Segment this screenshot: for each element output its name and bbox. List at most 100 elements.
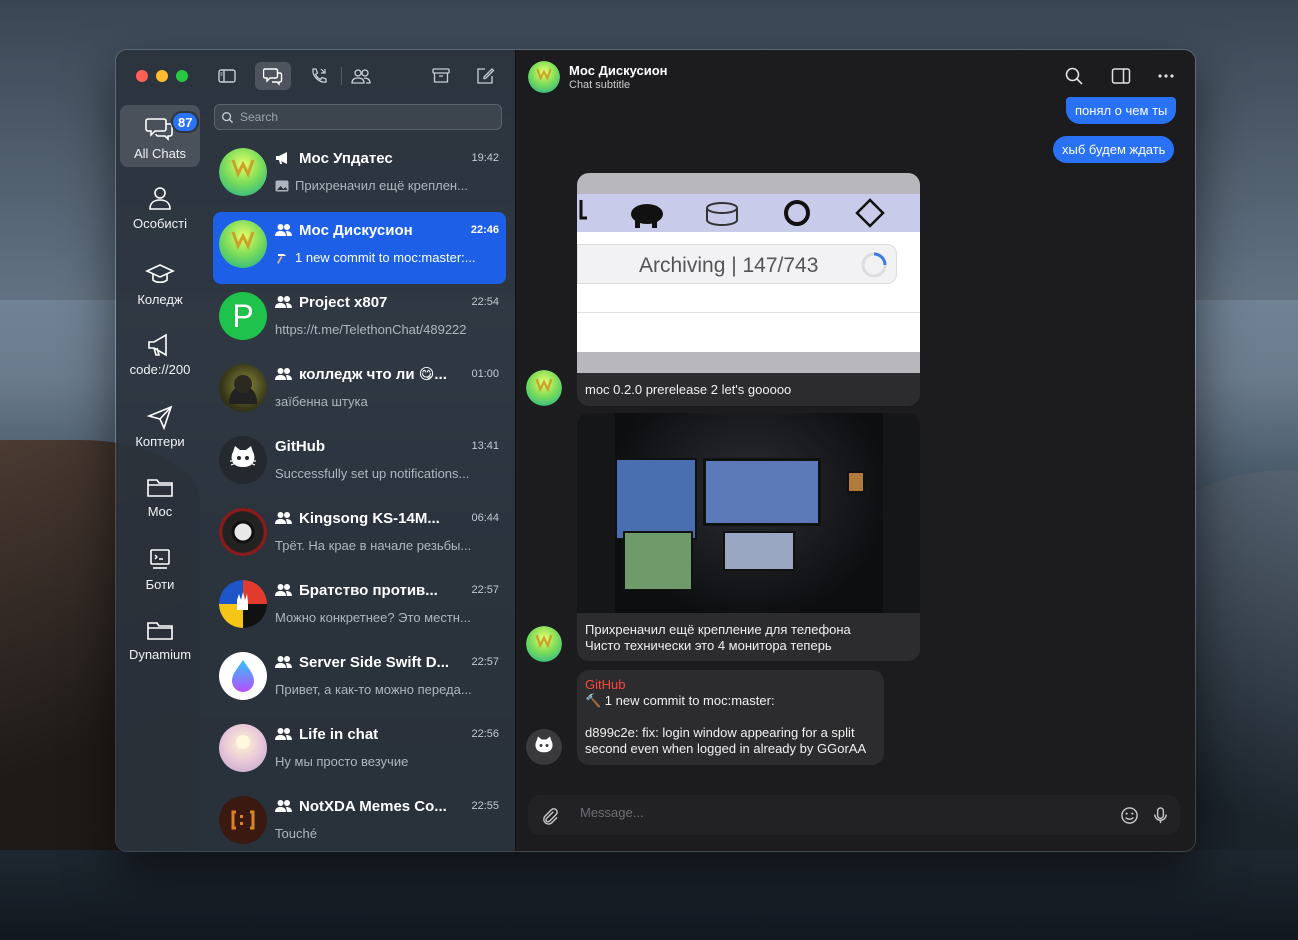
incoming-message[interactable]: GitHub 🔨 1 new commit to moc:master: d89… bbox=[577, 670, 884, 765]
header-avatar[interactable] bbox=[528, 61, 560, 93]
megaphone-icon bbox=[276, 152, 287, 164]
message-input[interactable] bbox=[580, 805, 1060, 820]
photo-icon bbox=[275, 180, 289, 191]
folder-copters[interactable]: Коптери bbox=[120, 393, 200, 455]
folder-bots[interactable]: Боти bbox=[120, 536, 200, 598]
calls-tab[interactable] bbox=[305, 62, 333, 90]
zoom-button[interactable] bbox=[176, 70, 188, 82]
chat-row-notxda-memes[interactable]: NotXDA Memes Co... 22:55 Touché bbox=[213, 788, 506, 851]
avatar bbox=[219, 580, 267, 628]
sender-avatar[interactable] bbox=[526, 729, 562, 765]
chat-row-moc-discussion[interactable]: Moc Дискусион 22:46 1 new commit to moc:… bbox=[213, 212, 506, 284]
chat-row-life-in-chat[interactable]: Life in chat 22:56 Ну мы просто везучие bbox=[213, 716, 506, 788]
outgoing-message[interactable]: понял о чем ты bbox=[1066, 97, 1177, 124]
chat-name: Life in chat bbox=[299, 725, 379, 743]
message-image[interactable]: Archiving | 147/743 bbox=[577, 173, 920, 373]
outgoing-message[interactable]: хыб будем ждать bbox=[1053, 136, 1175, 163]
sidebar-toggle-button[interactable] bbox=[213, 62, 241, 90]
chat-preview: 1 new commit to moc:master:... bbox=[295, 250, 476, 265]
moc-logo-icon bbox=[528, 61, 560, 93]
chat-row-kingsong[interactable]: Kingsong KS-14M... 06:44 Трёт. На крае в… bbox=[213, 500, 506, 572]
chat-name: Moc Дискусион bbox=[299, 221, 413, 239]
chat-name: колледж что ли 😋... bbox=[299, 366, 447, 383]
avatar bbox=[219, 364, 267, 412]
folder-icon bbox=[147, 479, 173, 497]
sender-avatar[interactable] bbox=[526, 626, 562, 662]
incoming-message[interactable]: Archiving | 147/743 moc 0.2.0 prerelease… bbox=[577, 173, 920, 406]
close-button[interactable] bbox=[136, 70, 148, 82]
incoming-message[interactable]: Прихреначил ещё крепление для телефона Ч… bbox=[577, 413, 920, 661]
conversation-header[interactable]: Moc Дискусион Chat subtitle bbox=[516, 50, 1195, 104]
megaphone-icon bbox=[148, 333, 167, 357]
avatar bbox=[219, 724, 267, 772]
group-icon bbox=[275, 512, 292, 524]
search-input[interactable] bbox=[240, 110, 480, 124]
screenshot-body: Archiving | 147/743 bbox=[577, 232, 920, 352]
chat-row-project-x807[interactable]: P Project x807 22:54 https://t.me/Teleth… bbox=[213, 284, 506, 356]
folder-label: code://200 bbox=[129, 362, 191, 377]
avatar-letter: P bbox=[232, 297, 254, 334]
compose-icon bbox=[477, 68, 495, 84]
chat-preview: Touché bbox=[275, 826, 317, 841]
contacts-tab[interactable] bbox=[347, 62, 375, 90]
left-pane: All Chats 87 Особисті Коледж code://200 … bbox=[116, 50, 516, 851]
folder-sidebar: All Chats 87 Особисті Коледж code://200 … bbox=[116, 50, 208, 851]
smiley-icon bbox=[1120, 806, 1138, 824]
folder-icon bbox=[147, 622, 173, 640]
chat-time: 19:42 bbox=[471, 152, 499, 164]
chat-time: 22:55 bbox=[471, 800, 499, 812]
chat-preview: https://t.me/TelethonChat/489222 bbox=[275, 322, 467, 337]
microphone-icon bbox=[1153, 806, 1167, 823]
photo-laptop bbox=[723, 531, 795, 571]
folder-personal[interactable]: Особисті bbox=[120, 175, 200, 237]
chats-icon bbox=[263, 68, 283, 86]
folder-dynamium[interactable]: Dynamium bbox=[120, 606, 200, 668]
chat-name: Project x807 bbox=[299, 293, 388, 311]
screenshot-toolbar bbox=[577, 194, 920, 232]
avatar: P bbox=[219, 292, 267, 340]
divider bbox=[577, 312, 920, 313]
chat-row-college[interactable]: колледж что ли 😋... 01:00 заїбенна штука bbox=[213, 356, 506, 428]
search-button[interactable] bbox=[1063, 65, 1085, 87]
chat-row-brotherhood[interactable]: Братство против... 22:57 Можно конкретне… bbox=[213, 572, 506, 644]
folder-label: Коледж bbox=[137, 292, 183, 307]
folder-moc[interactable]: Moc bbox=[120, 463, 200, 525]
ellipsis-icon bbox=[1158, 74, 1174, 78]
emoji-button[interactable] bbox=[1118, 804, 1140, 826]
sender-avatar[interactable] bbox=[526, 370, 562, 406]
archive-icon bbox=[432, 68, 450, 83]
message-photo[interactable] bbox=[577, 413, 920, 613]
message-composer bbox=[528, 795, 1180, 835]
chat-name: GitHub bbox=[275, 437, 325, 455]
folder-code200[interactable]: code://200 bbox=[120, 321, 200, 383]
github-logo-icon bbox=[230, 446, 256, 467]
archive-button[interactable] bbox=[427, 62, 455, 90]
avatar bbox=[219, 220, 267, 268]
sidebar-right-icon bbox=[1111, 68, 1131, 84]
photo-monitor bbox=[623, 531, 693, 591]
voice-button[interactable] bbox=[1149, 804, 1171, 826]
photo-monitor bbox=[703, 458, 821, 526]
group-icon bbox=[275, 224, 292, 236]
chat-row-moc-updates[interactable]: Moc Упдатес 19:42 Прихреначил ещё крепле… bbox=[213, 140, 506, 212]
folder-college[interactable]: Коледж bbox=[120, 251, 200, 313]
sender-name[interactable]: GitHub bbox=[585, 677, 876, 693]
chat-name: Kingsong KS-14M... bbox=[299, 509, 440, 527]
message-line: Прихреначил ещё крепление для телефона bbox=[585, 622, 851, 637]
search-bar[interactable] bbox=[214, 104, 502, 130]
message-text: Прихреначил ещё крепление для телефона Ч… bbox=[577, 615, 859, 661]
compose-button[interactable] bbox=[471, 62, 499, 90]
paperclip-icon bbox=[542, 807, 558, 825]
chat-row-server-side-swift[interactable]: Server Side Swift D... 22:57 Привет, а к… bbox=[213, 644, 506, 716]
chat-preview: Можно конкретнее? Это местн... bbox=[275, 610, 471, 625]
chats-tab[interactable] bbox=[255, 62, 291, 90]
more-button[interactable] bbox=[1155, 65, 1177, 87]
minimize-button[interactable] bbox=[156, 70, 168, 82]
chat-row-github[interactable]: GitHub 13:41 Successfully set up notific… bbox=[213, 428, 506, 500]
message-line: second even when logged in already by GG… bbox=[585, 741, 867, 756]
moc-logo-icon bbox=[219, 148, 267, 196]
attach-button[interactable] bbox=[538, 804, 560, 826]
toolbar bbox=[213, 62, 513, 90]
info-panel-button[interactable] bbox=[1110, 65, 1132, 87]
folder-all-chats[interactable]: All Chats 87 bbox=[120, 105, 200, 167]
